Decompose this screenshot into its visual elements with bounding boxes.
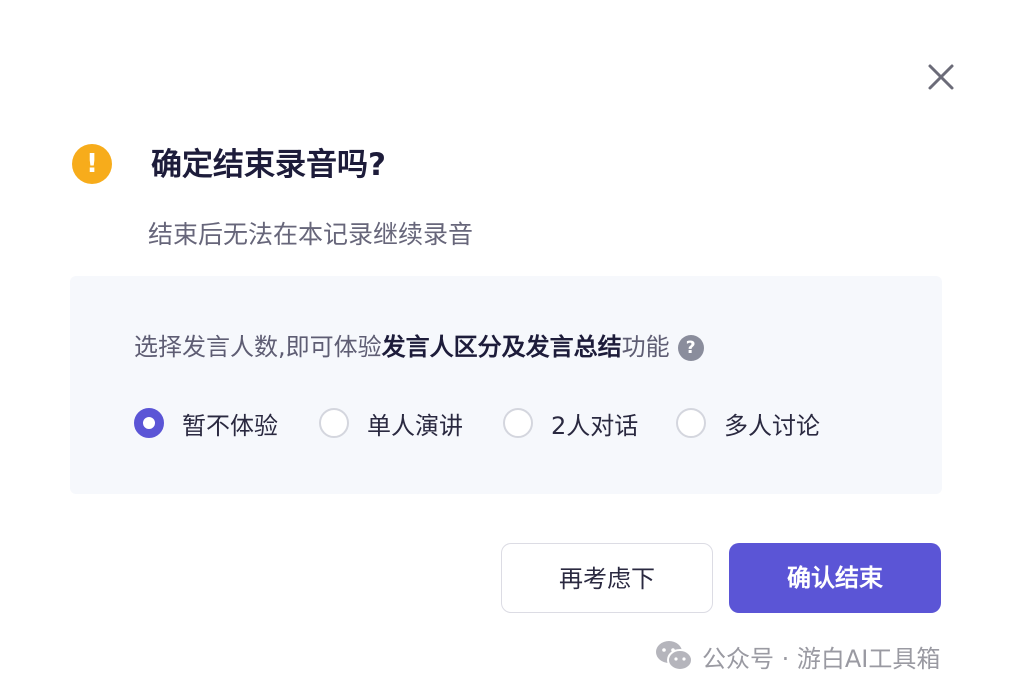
confirm-end-button[interactable]: 确认结束: [729, 543, 941, 613]
dialog-title: 确定结束录音吗?: [151, 147, 386, 183]
watermark-text: 公众号 · 游白AI工具箱: [702, 644, 941, 673]
speaker-count-panel: 选择发言人数,即可体验发言人区分及发言总结功能? 暂不体验 单人演讲 2人对话 …: [70, 276, 942, 494]
radio-label: 单人演讲: [367, 411, 463, 440]
exclamation-circle-icon: !: [72, 144, 112, 184]
question-circle-icon[interactable]: ?: [677, 335, 704, 361]
radio-circle[interactable]: [676, 408, 706, 438]
radio-label: 暂不体验: [182, 411, 278, 440]
close-button[interactable]: [922, 58, 960, 96]
end-recording-dialog: ! 确定结束录音吗? 结束后无法在本记录继续录音 选择发言人数,即可体验发言人区…: [0, 0, 1011, 684]
wechat-icon: [656, 641, 693, 671]
radio-option-multi[interactable]: 多人讨论: [676, 402, 820, 444]
watermark: 公众号 · 游白AI工具箱: [654, 636, 940, 676]
radio-circle[interactable]: [503, 408, 533, 438]
radio-label: 多人讨论: [724, 411, 820, 440]
radio-circle[interactable]: [319, 408, 349, 438]
dialog-subtitle: 结束后无法在本记录继续录音: [148, 220, 474, 249]
prompt-suffix: 功能: [621, 333, 670, 361]
radio-circle-checked[interactable]: [134, 408, 164, 438]
reconsider-button[interactable]: 再考虑下: [501, 543, 713, 613]
prompt-highlight: 发言人区分及发言总结: [381, 333, 622, 361]
close-icon[interactable]: [922, 58, 960, 96]
radio-label: 2人对话: [551, 411, 639, 440]
prompt-prefix: 选择发言人数,即可体验: [134, 333, 382, 361]
radio-option-two[interactable]: 2人对话: [503, 402, 638, 444]
radio-option-none[interactable]: 暂不体验: [134, 402, 278, 444]
speaker-count-prompt: 选择发言人数,即可体验发言人区分及发言总结功能?: [134, 326, 704, 368]
radio-option-single[interactable]: 单人演讲: [319, 402, 463, 444]
